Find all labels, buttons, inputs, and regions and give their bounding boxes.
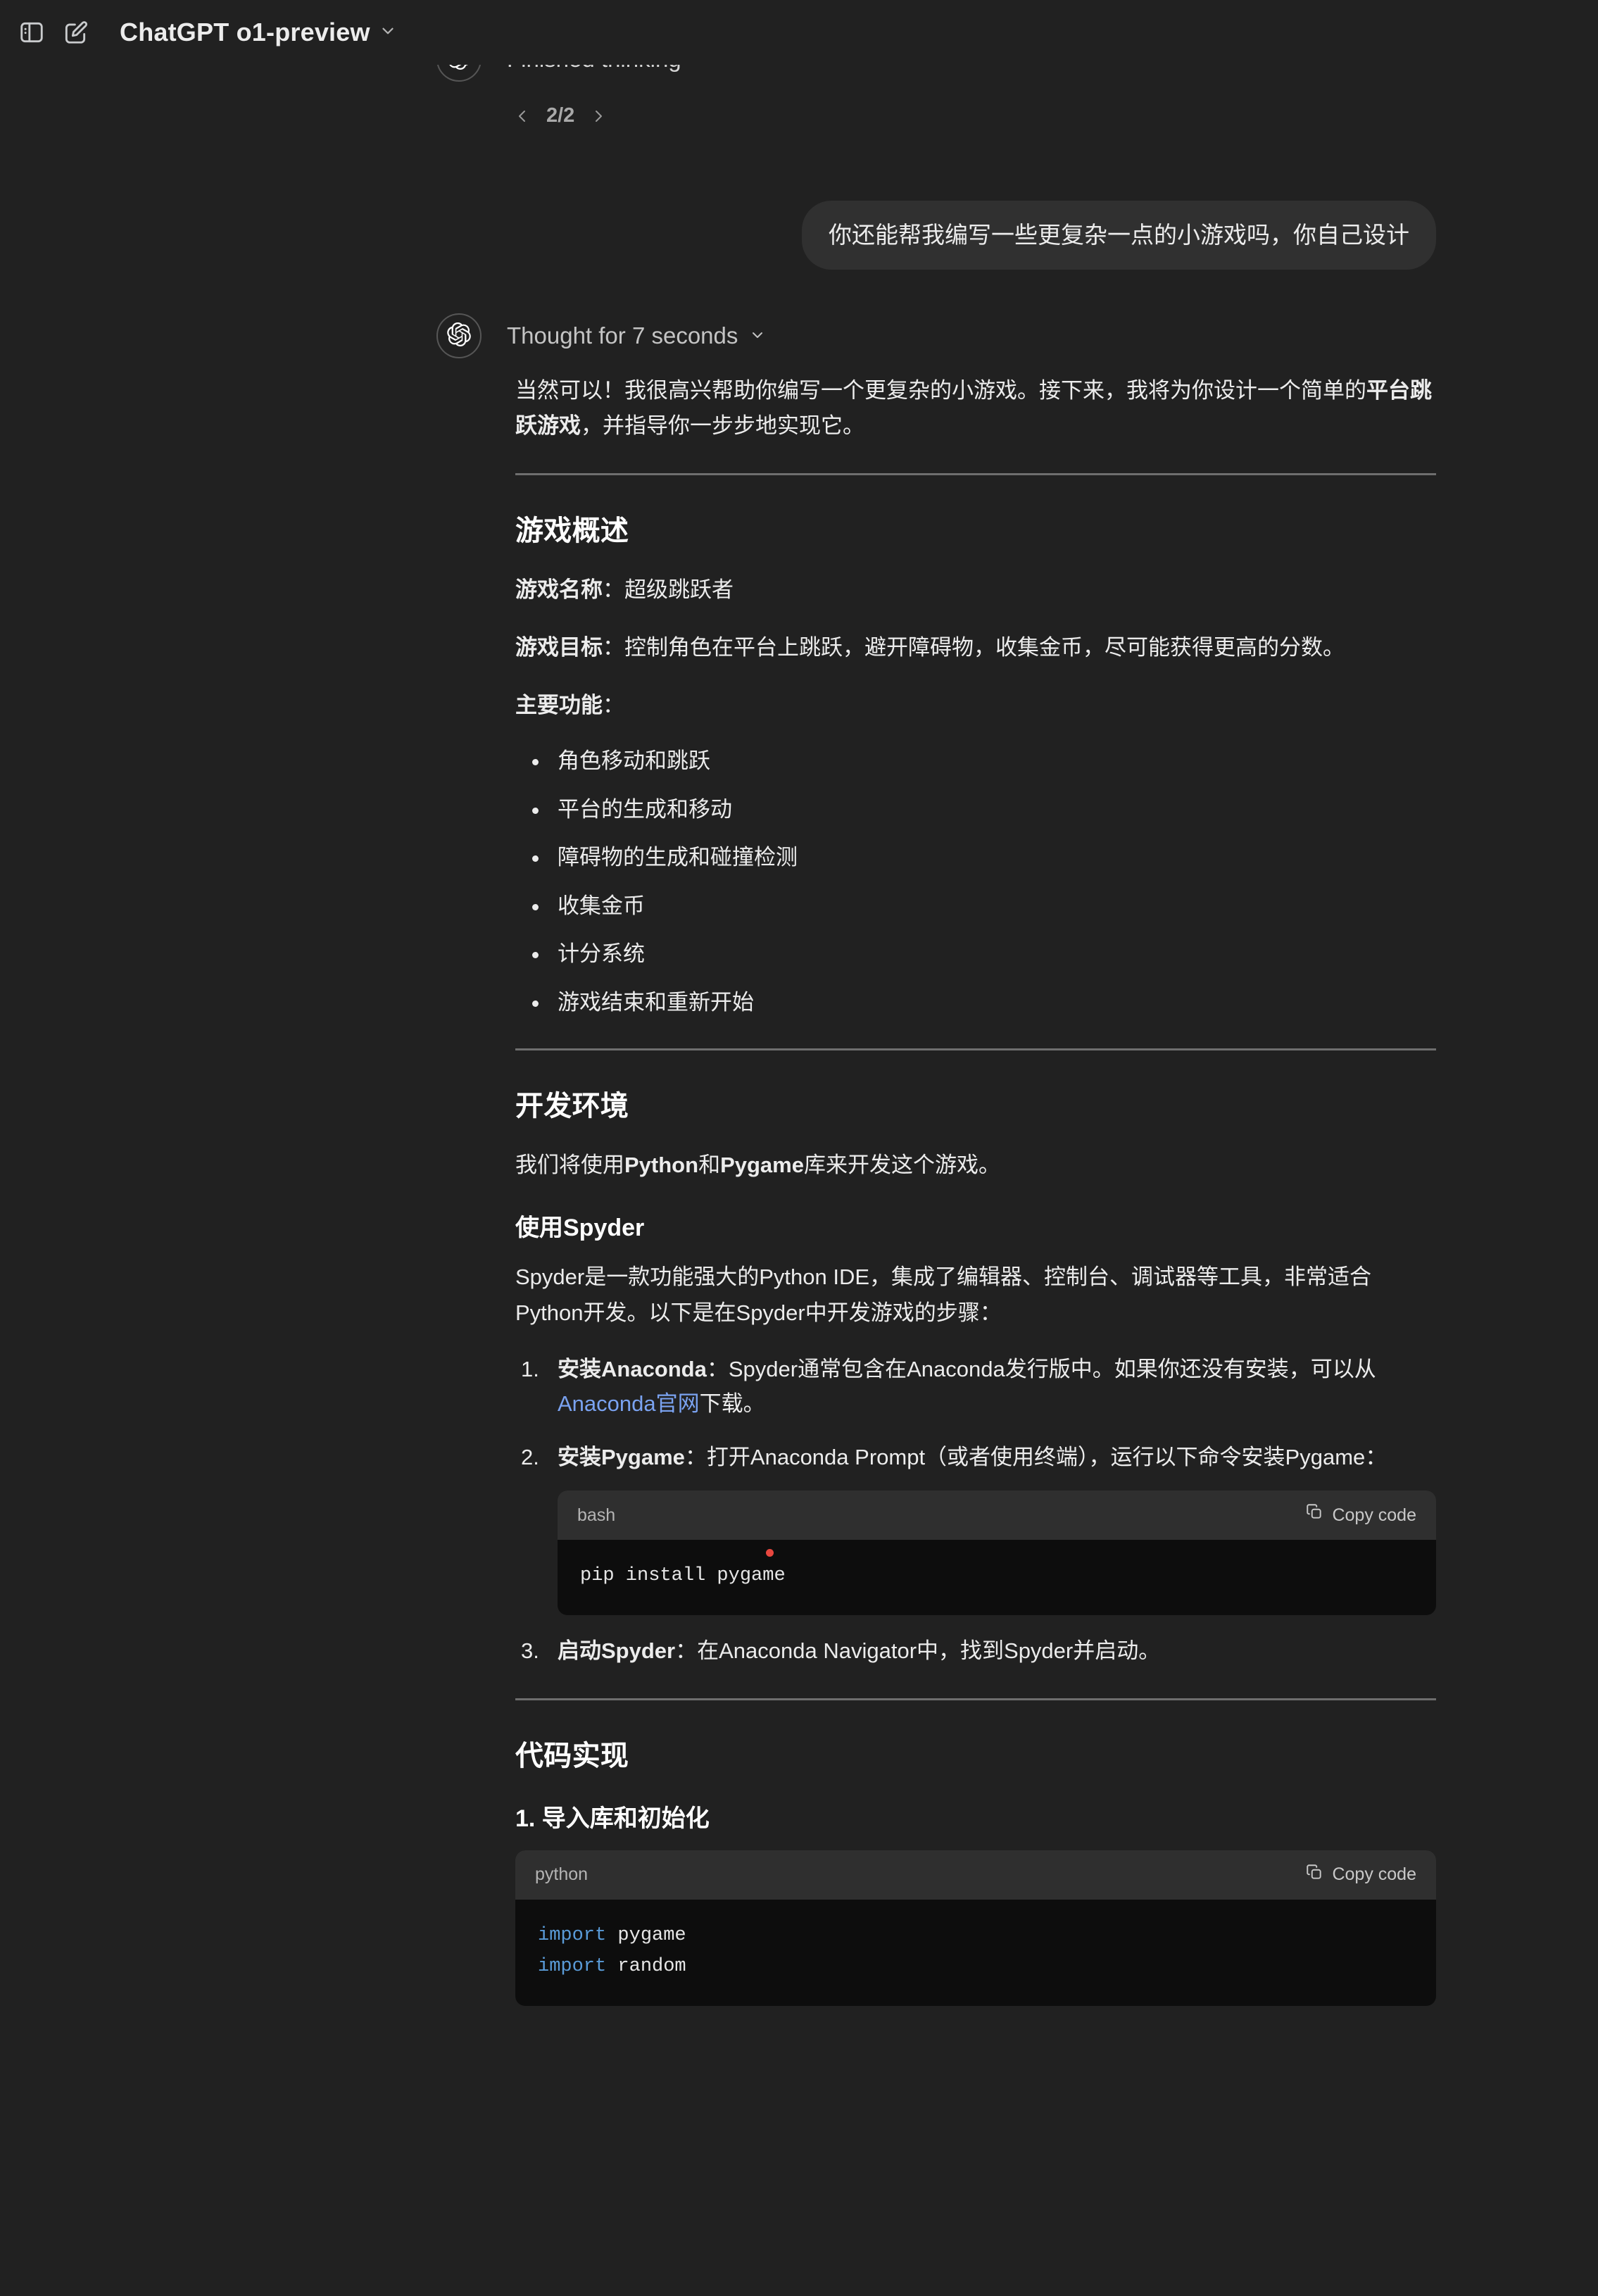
assistant-message-body: 当然可以！我很高兴帮助你编写一个更复杂的小游戏。接下来，我将为你设计一个简单的平…: [515, 373, 1436, 2024]
chevron-down-icon: [749, 322, 766, 349]
code-content[interactable]: import pygame import random: [515, 1900, 1436, 2006]
thought-duration-label: Thought for 7 seconds: [507, 322, 738, 349]
section-heading-overview: 游戏概述: [515, 515, 629, 547]
list-item: 角色移动和跳跃: [515, 745, 1436, 778]
list-item: 收集金币: [515, 890, 1436, 923]
user-message-row: 你还能帮我编写一些更复杂一点的小游戏吗，你自己设计: [436, 201, 1436, 270]
code-keyword: import: [538, 1955, 607, 1977]
game-goal-value: ：控制角色在平台上跳跃，避开障碍物，收集金币，尽可能获得更高的分数。: [603, 635, 1345, 660]
env-text-c: 和: [698, 1153, 721, 1178]
list-item: 障碍物的生成和碰撞检测: [515, 841, 1436, 874]
code-content[interactable]: pip install pygame: [558, 1540, 1436, 1616]
game-goal-line: 游戏目标：控制角色在平台上跳跃，避开障碍物，收集金币，尽可能获得更高的分数。: [515, 630, 1436, 665]
new-chat-pencil-icon: [62, 19, 89, 46]
step-1-text-b: 下载。: [699, 1391, 765, 1417]
game-name-value: ：超级跳跃者: [603, 577, 734, 603]
list-item: 安装Pygame：打开Anaconda Prompt（或者使用终端），运行以下命…: [515, 1440, 1436, 1616]
copy-code-label: Copy code: [1332, 1864, 1416, 1885]
list-item: 游戏结束和重新开始: [515, 986, 1436, 1020]
step-3-text-a: ：在Anaconda Navigator中，找到Spyder并启动。: [675, 1638, 1161, 1664]
intro-text-part1: 当然可以！我很高兴帮助你编写一个更复杂的小游戏。接下来，我将为你设计一个简单的: [515, 378, 1366, 403]
section-divider-2: [515, 1048, 1436, 1051]
thought-duration-toggle[interactable]: Thought for 7 seconds: [507, 322, 766, 349]
step-3-bold: 启动Spyder: [558, 1638, 676, 1664]
intro-paragraph: 当然可以！我很高兴帮助你编写一个更复杂的小游戏。接下来，我将为你设计一个简单的平…: [515, 373, 1436, 444]
section-divider-3: [515, 1698, 1436, 1700]
features-label-line: 主要功能：: [515, 688, 1436, 723]
game-name-label: 游戏名称: [515, 577, 603, 603]
features-list: 角色移动和跳跃 平台的生成和移动 障碍物的生成和碰撞检测 收集金币 计分系统 游…: [515, 745, 1436, 1019]
avatar: [436, 313, 482, 358]
section-divider-1: [515, 473, 1436, 476]
copy-code-label: Copy code: [1332, 1505, 1416, 1525]
prev-response-button[interactable]: [514, 108, 531, 125]
code-keyword: import: [538, 1924, 607, 1946]
code-language-label: python: [535, 1864, 589, 1885]
environment-intro: 我们将使用Python和Pygame库来开发这个游戏。: [515, 1148, 1436, 1183]
code-text: pygame: [606, 1924, 686, 1946]
model-selector[interactable]: ChatGPT o1-preview: [108, 12, 408, 53]
code-block-header: bash Copy code: [558, 1490, 1436, 1540]
list-item: 启动Spyder：在Anaconda Navigator中，找到Spyder并启…: [515, 1633, 1436, 1669]
list-item: 安装Anaconda：Spyder通常包含在Anaconda发行版中。如果你还没…: [515, 1352, 1436, 1422]
conversation-thread: Finished thinking 2/2 你还能帮我编写一些更复杂一点的小游戏…: [0, 0, 1598, 2296]
code-language-label: bash: [577, 1505, 616, 1525]
copy-icon: [1305, 1863, 1323, 1886]
bash-code-block: bash Copy code pip install pygame: [558, 1490, 1436, 1616]
features-colon: ：: [603, 692, 624, 717]
user-message-bubble: 你还能帮我编写一些更复杂一点的小游戏吗，你自己设计: [802, 201, 1436, 270]
intro-text-part2: ，并指导你一步步地实现它。: [581, 413, 864, 439]
spyder-steps-list: 安装Anaconda：Spyder通常包含在Anaconda发行版中。如果你还没…: [515, 1352, 1436, 1669]
step-2-text-a: ：打开Anaconda Prompt（或者使用终端），运行以下命令安装Pygam…: [684, 1445, 1388, 1470]
game-name-line: 游戏名称：超级跳跃者: [515, 572, 1436, 608]
new-chat-button[interactable]: [54, 11, 97, 54]
copy-code-button[interactable]: Copy code: [1305, 1863, 1416, 1886]
code-block-header: python Copy code: [515, 1850, 1436, 1900]
section-heading-environment: 开发环境: [515, 1091, 629, 1122]
spellcheck-marker-dot: [766, 1549, 774, 1557]
model-title: ChatGPT o1-preview: [120, 18, 370, 46]
spyder-description: Spyder是一款功能强大的Python IDE，集成了编辑器、控制台、调试器等…: [515, 1265, 1372, 1325]
openai-logo-icon: [447, 322, 471, 350]
step-2-bold: 安装Pygame: [558, 1445, 685, 1470]
top-bar: ChatGPT o1-preview: [0, 0, 1598, 65]
env-pygame: Pygame: [720, 1153, 804, 1178]
sidebar-toggle-button[interactable]: [10, 11, 54, 54]
env-text-a: 我们将使用: [515, 1153, 624, 1178]
copy-icon: [1305, 1501, 1323, 1529]
assistant-message-header: Thought for 7 seconds: [436, 313, 766, 358]
subsection-heading-spyder: 使用Spyder: [515, 1215, 645, 1242]
copy-code-button[interactable]: Copy code: [1305, 1501, 1416, 1529]
env-python: Python: [624, 1153, 699, 1178]
step-1-text-a: ：Spyder通常包含在Anaconda发行版中。如果你还没有安装，可以从: [706, 1356, 1376, 1381]
list-item: 计分系统: [515, 938, 1436, 971]
section-heading-code: 代码实现: [515, 1740, 629, 1771]
chevron-down-icon: [379, 22, 397, 44]
python-code-block: python Copy code import pygame import ra…: [515, 1850, 1436, 2007]
game-goal-label: 游戏目标: [515, 635, 603, 660]
pagination-counter: 2/2: [546, 104, 575, 127]
sidebar-toggle-icon: [18, 19, 45, 46]
code-text: random: [606, 1955, 686, 1977]
step-1-bold: 安装Anaconda: [558, 1356, 707, 1381]
next-response-button[interactable]: [590, 108, 607, 125]
list-item: 平台的生成和移动: [515, 793, 1436, 827]
subsection-heading-imports: 1. 导入库和初始化: [515, 1805, 710, 1832]
features-label: 主要功能: [515, 692, 603, 717]
anaconda-website-link[interactable]: Anaconda官网: [558, 1391, 700, 1416]
env-text-d: 库来开发这个游戏。: [803, 1153, 1000, 1178]
message-pagination: 2/2: [514, 104, 607, 127]
